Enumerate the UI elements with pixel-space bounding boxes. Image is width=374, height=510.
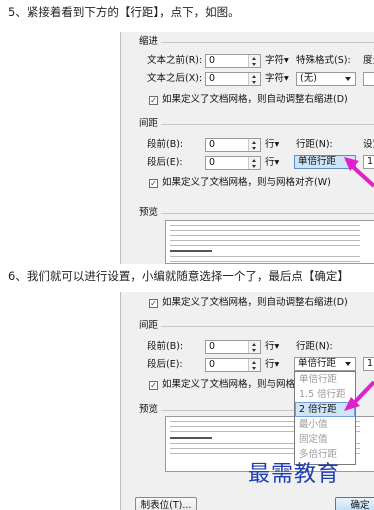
spinner-arrows-icon[interactable]	[248, 341, 260, 353]
after-para-label: 段后(E):	[147, 359, 183, 370]
chevron-down-icon	[345, 362, 351, 366]
preview-section-title: 预览	[139, 404, 162, 416]
snap-grid-checkbox-label: 如果定义了文档网格，则与网格对	[162, 379, 305, 390]
indent-grid-checkbox[interactable]: ✓	[149, 96, 158, 105]
step-5-caption: 5、紧接着看到下方的【行距】，点下，如图。	[8, 5, 240, 19]
spacing-divider	[145, 124, 374, 125]
step-6-caption: 6、我们就可以进行设置，小编就随意选择一个了，最后点【确定】	[8, 269, 349, 283]
indent-divider	[143, 42, 374, 43]
before-para-unit[interactable]: 行▾	[265, 341, 279, 353]
option-multiple[interactable]: 多倍行距	[295, 447, 355, 462]
arrow-pointer-icon	[344, 380, 374, 411]
snap-grid-checkbox[interactable]: ✓	[149, 381, 158, 390]
indent-grid-checkbox-label: 如果定义了文档网格，则自动调整右缩进(D)	[162, 297, 348, 308]
spinner-arrows-icon[interactable]	[248, 55, 260, 67]
snap-grid-checkbox[interactable]: ✓	[149, 179, 158, 188]
line-spacing-label: 行距(N):	[296, 341, 333, 352]
line-spacing-label: 行距(N):	[296, 139, 333, 150]
after-para-spinner[interactable]: 0	[205, 358, 261, 372]
after-para-spinner[interactable]: 0	[205, 156, 261, 170]
arrow-pointer-icon	[344, 157, 374, 188]
degree-label: 度量	[363, 55, 374, 66]
indent-section-title: 缩进	[139, 36, 162, 48]
degree-spinner[interactable]	[363, 72, 374, 86]
preview-pane	[165, 220, 374, 264]
after-text-spinner[interactable]: 0	[205, 72, 261, 86]
line-spacing-select[interactable]: 单倍行距	[294, 357, 356, 371]
spinner-arrows-icon[interactable]	[248, 359, 260, 371]
setting-label: 设置	[363, 139, 374, 150]
preview-section-title: 预览	[139, 207, 162, 219]
preview-divider	[145, 213, 374, 214]
chevron-down-icon	[345, 77, 351, 81]
before-para-spinner[interactable]: 0	[205, 138, 261, 152]
special-format-select[interactable]: (无)	[296, 72, 356, 86]
snap-grid-checkbox-label: 如果定义了文档网格，则与网格对齐(W)	[162, 177, 331, 188]
preview-divider	[145, 410, 295, 411]
before-para-spinner[interactable]: 0	[205, 340, 261, 354]
paragraph-dialog-screenshot-1: 缩进 文本之前(R): 0 字符▾ 特殊格式(S): 度量 文本之后(X): 0…	[120, 32, 374, 264]
after-text-label: 文本之后(X):	[147, 73, 203, 84]
after-para-unit[interactable]: 行▾	[265, 157, 279, 169]
option-exactly[interactable]: 固定值	[295, 432, 355, 447]
spacing-divider	[145, 326, 374, 327]
spinner-arrows-icon[interactable]	[248, 73, 260, 85]
before-para-unit[interactable]: 行▾	[265, 139, 279, 151]
option-at-least[interactable]: 最小值	[295, 417, 355, 432]
after-text-unit[interactable]: 字符▾	[265, 73, 289, 85]
tabs-button[interactable]: 制表位(T)...	[135, 497, 197, 510]
before-para-label: 段前(B):	[147, 341, 184, 352]
before-text-spinner[interactable]: 0	[205, 54, 261, 68]
setting-spinner[interactable]: 1	[363, 357, 374, 371]
spinner-arrows-icon[interactable]	[248, 157, 260, 169]
before-text-unit[interactable]: 字符▾	[265, 55, 289, 67]
after-para-unit[interactable]: 行▾	[265, 359, 279, 371]
before-text-label: 文本之前(R):	[147, 55, 203, 66]
indent-grid-checkbox[interactable]: ✓	[149, 299, 158, 308]
watermark-text: 最需教育	[248, 462, 341, 487]
before-para-label: 段前(B):	[147, 139, 184, 150]
after-para-label: 段后(E):	[147, 157, 183, 168]
spinner-arrows-icon[interactable]	[248, 139, 260, 151]
spacing-section-title: 间距	[139, 320, 162, 332]
spacing-section-title: 间距	[139, 118, 162, 130]
ok-button[interactable]: 确定	[335, 497, 374, 510]
indent-grid-checkbox-label: 如果定义了文档网格，则自动调整右缩进(D)	[162, 94, 348, 105]
special-format-label: 特殊格式(S):	[296, 55, 351, 66]
